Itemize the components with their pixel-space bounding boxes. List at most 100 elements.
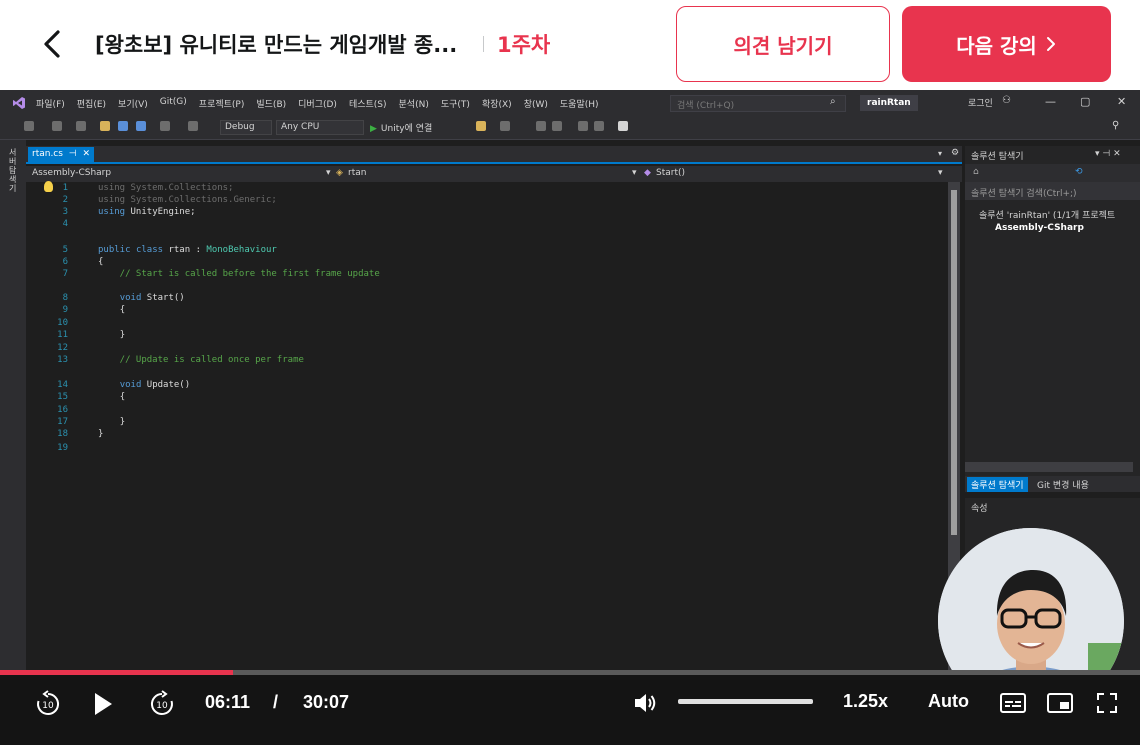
run-button[interactable]: ▶ Unity에 연결 bbox=[370, 121, 432, 134]
code-editor[interactable]: 1 using System.Collections; 2 using System.… bbox=[26, 182, 946, 670]
vs-menu-item[interactable]: 분석(N) bbox=[399, 97, 429, 110]
line-number: 4 bbox=[62, 219, 68, 229]
editor-tab-rtan[interactable]: rtan.cs ⊣ ✕ bbox=[28, 147, 94, 163]
vs-menu-item[interactable]: 도구(T) bbox=[441, 97, 470, 110]
next-lecture-label: 다음 강의 bbox=[956, 33, 1037, 58]
vs-login[interactable]: 로그인 bbox=[968, 96, 993, 109]
nav-member[interactable]: Start() bbox=[656, 168, 685, 178]
fullscreen-button[interactable] bbox=[1096, 692, 1118, 718]
solution-search-input[interactable]: 솔루션 탐색기 검색(Ctrl+;) bbox=[965, 182, 1140, 200]
vs-menu-item[interactable]: 편집(E) bbox=[77, 97, 106, 110]
config-select[interactable]: Debug bbox=[220, 120, 272, 135]
vs-menu-item[interactable]: 프로젝트(P) bbox=[199, 97, 245, 110]
gear-icon[interactable]: ⚙ bbox=[951, 148, 959, 158]
vs-menu-item[interactable]: 파일(F) bbox=[36, 97, 65, 110]
share-icon[interactable]: ⚲ bbox=[1112, 120, 1119, 131]
code-line[interactable]: 10 bbox=[26, 317, 926, 329]
code-line[interactable]: 3 using UnityEngine; bbox=[26, 206, 926, 218]
chevron-left-icon bbox=[44, 30, 60, 58]
close-tab-icon[interactable]: ✕ bbox=[82, 149, 90, 161]
code-line[interactable]: 15 { bbox=[26, 391, 926, 403]
open-folder-icon[interactable] bbox=[100, 121, 110, 131]
nav-project[interactable]: Assembly-CSharp bbox=[32, 168, 111, 178]
code-line[interactable]: 9 { bbox=[26, 304, 926, 316]
vs-menu-item[interactable]: 빌드(B) bbox=[256, 97, 286, 110]
code-line[interactable]: 5 public class rtan : MonoBehaviour bbox=[26, 244, 926, 256]
subtitles-button[interactable] bbox=[1000, 692, 1026, 718]
redo-icon[interactable] bbox=[188, 121, 198, 131]
close-icon[interactable]: ✕ bbox=[1117, 95, 1126, 108]
rewind-10-button[interactable]: 10 bbox=[34, 690, 62, 722]
undo-icon[interactable] bbox=[160, 121, 170, 131]
nav-member-dropdown-icon[interactable]: ▾ bbox=[938, 168, 943, 178]
nav-back-icon[interactable] bbox=[24, 121, 34, 131]
code-line[interactable]: 7 // Start is called before the first fr… bbox=[26, 268, 926, 280]
editor-scroll-thumb[interactable] bbox=[951, 190, 957, 535]
maximize-icon[interactable]: ▢ bbox=[1080, 95, 1090, 108]
solution-root-item[interactable]: 솔루션 'rainRtan' (1/1개 프로젝트 bbox=[979, 208, 1115, 221]
code-line[interactable]: 19 bbox=[26, 442, 926, 454]
platform-select[interactable]: Any CPU bbox=[276, 120, 364, 135]
code-line[interactable]: 11 } bbox=[26, 329, 926, 341]
indent-icon[interactable] bbox=[536, 121, 546, 131]
server-explorer-label[interactable]: 서버 탐색기 bbox=[9, 148, 19, 193]
tab-solution-explorer[interactable]: 솔루션 탐색기 bbox=[967, 477, 1028, 492]
code-line[interactable]: 8 void Start() bbox=[26, 292, 926, 304]
vs-menu-item[interactable]: 창(W) bbox=[524, 97, 548, 110]
outdent-icon[interactable] bbox=[552, 121, 562, 131]
line-number: 2 bbox=[62, 195, 68, 205]
vs-menu-item[interactable]: 테스트(S) bbox=[349, 97, 387, 110]
vs-search-input[interactable]: 검색 (Ctrl+Q) bbox=[670, 95, 846, 112]
video-player[interactable]: 파일(F) 편집(E) 보기(V) Git(G) 프로젝트(P) 빌드(B) 디버그(D) 테… bbox=[0, 90, 1140, 745]
sync-icon[interactable]: ⟲ bbox=[1075, 167, 1083, 177]
code-line[interactable]: 1 using System.Collections; bbox=[26, 182, 926, 194]
new-item-icon[interactable] bbox=[76, 121, 86, 131]
nav-class[interactable]: rtan bbox=[348, 168, 366, 178]
code-line[interactable]: 4 bbox=[26, 218, 926, 230]
code-line[interactable]: 6{ bbox=[26, 256, 926, 268]
play-button[interactable] bbox=[92, 691, 114, 721]
feedback-button[interactable]: 의견 남기기 bbox=[676, 6, 890, 82]
next-lecture-button[interactable]: 다음 강의 bbox=[902, 6, 1111, 82]
uncomment-icon[interactable] bbox=[594, 121, 604, 131]
code-line[interactable]: 12 bbox=[26, 342, 926, 354]
nav-forward-icon[interactable] bbox=[52, 121, 62, 131]
volume-button[interactable] bbox=[632, 690, 658, 720]
code-line[interactable]: 2 using System.Collections.Generic; bbox=[26, 194, 926, 206]
pip-button[interactable] bbox=[1047, 692, 1073, 718]
code-line[interactable]: 13 // Update is called once per frame bbox=[26, 354, 926, 366]
minimize-icon[interactable]: — bbox=[1045, 95, 1056, 108]
nav-project-dropdown-icon[interactable]: ▾ bbox=[326, 168, 331, 178]
panel-menu-icon[interactable]: ▾ ⊣ ✕ bbox=[1095, 149, 1121, 159]
code-line[interactable]: 17 } bbox=[26, 416, 926, 428]
comment-icon[interactable] bbox=[578, 121, 588, 131]
vs-menu-item[interactable]: 보기(V) bbox=[118, 97, 148, 110]
screenshot-icon[interactable] bbox=[500, 121, 510, 131]
vs-menu-item[interactable]: Git(G) bbox=[160, 97, 187, 110]
solution-hscroll[interactable] bbox=[965, 462, 1133, 472]
tab-dropdown-icon[interactable]: ▾ bbox=[938, 149, 942, 158]
home-icon[interactable]: ⌂ bbox=[973, 167, 979, 177]
playback-speed[interactable]: 1.25x bbox=[843, 691, 888, 712]
lightbulb-icon[interactable] bbox=[44, 181, 53, 192]
code-line[interactable]: 18} bbox=[26, 428, 926, 440]
save-icon[interactable] bbox=[118, 121, 128, 131]
code-text: void Update() bbox=[119, 380, 191, 390]
nav-class-dropdown-icon[interactable]: ▾ bbox=[632, 168, 637, 178]
folder-icon[interactable] bbox=[476, 121, 486, 131]
tab-git-changes[interactable]: Git 변경 내용 bbox=[1037, 478, 1089, 491]
back-button[interactable] bbox=[38, 28, 68, 60]
quality-select[interactable]: Auto bbox=[928, 691, 969, 712]
vs-menu-item[interactable]: 도움말(H) bbox=[560, 97, 599, 110]
solution-project-item[interactable]: Assembly-CSharp bbox=[995, 223, 1084, 233]
bookmark-icon[interactable] bbox=[618, 121, 628, 131]
forward-10-button[interactable]: 10 bbox=[148, 690, 176, 722]
search-icon: ⌕ bbox=[830, 96, 836, 107]
code-line[interactable]: 14 void Update() bbox=[26, 379, 926, 391]
pin-icon[interactable]: ⊣ bbox=[69, 149, 77, 161]
vs-menu-item[interactable]: 확장(X) bbox=[482, 97, 512, 110]
volume-slider[interactable] bbox=[678, 699, 813, 704]
code-line[interactable]: 16 bbox=[26, 404, 926, 416]
save-all-icon[interactable] bbox=[136, 121, 146, 131]
vs-menu-item[interactable]: 디버그(D) bbox=[298, 97, 337, 110]
